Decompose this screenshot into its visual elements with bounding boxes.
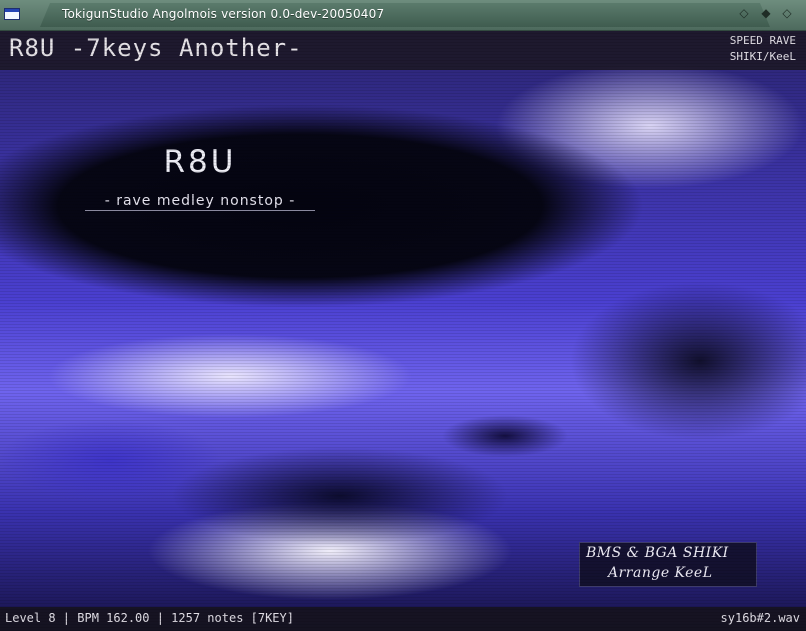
bga-stage: R8U -7keys Another- SPEED RAVE SHIKI/Kee… — [0, 31, 806, 631]
status-bar: Level 8 | BPM 162.00 | 1257 notes [7KEY]… — [0, 607, 806, 631]
bga-title: R8U — [163, 144, 237, 180]
maximize-icon[interactable]: ◆ — [759, 6, 773, 20]
chart-info: Level 8 | BPM 162.00 | 1257 notes [7KEY] — [5, 611, 294, 625]
window-icon[interactable] — [4, 8, 20, 20]
scanline-overlay — [0, 31, 806, 631]
credit-arrange: Arrange KeeL — [608, 565, 713, 581]
song-genre: SPEED RAVE — [729, 34, 796, 47]
bga-subtitle: - rave medley nonstop - — [85, 193, 315, 211]
window-title: TokigunStudio Angolmois version 0.0-dev-… — [62, 7, 385, 21]
current-sample: sy16b#2.wav — [720, 611, 800, 625]
song-title: R8U -7keys Another- — [9, 34, 303, 62]
credit-box: BMS & BGA SHIKI Arrange KeeL — [579, 542, 757, 587]
window-titlebar[interactable]: TokigunStudio Angolmois version 0.0-dev-… — [0, 0, 806, 31]
minimize-icon[interactable]: ◇ — [737, 6, 751, 20]
credit-bms-bga: BMS & BGA SHIKI — [586, 545, 729, 561]
song-info-bar: R8U -7keys Another- SPEED RAVE SHIKI/Kee… — [0, 31, 806, 70]
song-artist: SHIKI/KeeL — [729, 50, 796, 63]
close-icon[interactable]: ◇ — [780, 6, 794, 20]
